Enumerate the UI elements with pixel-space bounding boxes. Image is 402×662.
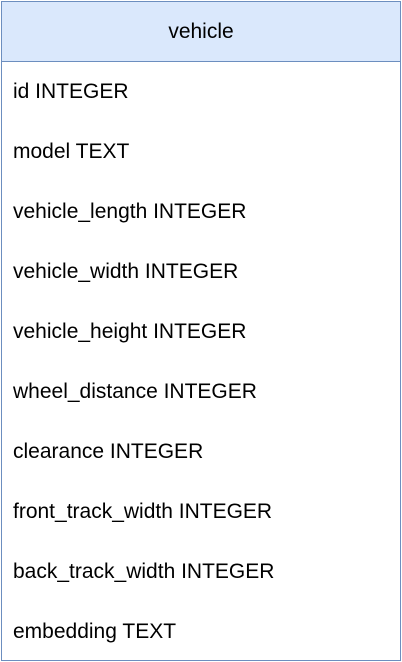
field-wheel-distance[interactable]: wheel_distance INTEGER (2, 362, 400, 422)
field-back-track-width[interactable]: back_track_width INTEGER (2, 542, 400, 602)
field-clearance[interactable]: clearance INTEGER (2, 422, 400, 482)
field-list: id INTEGER model TEXT vehicle_length INT… (2, 62, 400, 662)
table-title[interactable]: vehicle (2, 2, 400, 62)
field-vehicle-height[interactable]: vehicle_height INTEGER (2, 302, 400, 362)
field-embedding[interactable]: embedding TEXT (2, 602, 400, 662)
field-vehicle-width[interactable]: vehicle_width INTEGER (2, 242, 400, 302)
field-front-track-width[interactable]: front_track_width INTEGER (2, 482, 400, 542)
entity-table-vehicle[interactable]: vehicle id INTEGER model TEXT vehicle_le… (1, 1, 401, 661)
field-vehicle-length[interactable]: vehicle_length INTEGER (2, 182, 400, 242)
field-model[interactable]: model TEXT (2, 122, 400, 182)
field-id[interactable]: id INTEGER (2, 62, 400, 122)
